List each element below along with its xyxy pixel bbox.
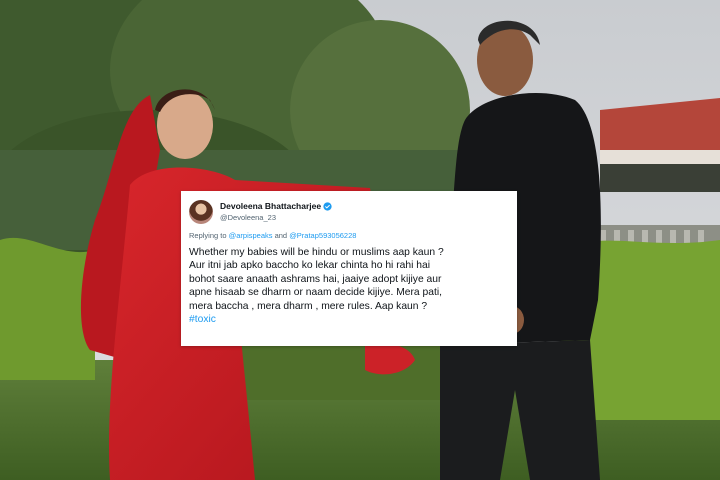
reply-handle-arpispeaks[interactable]: @arpispeaks: [229, 231, 273, 240]
building: [590, 98, 720, 265]
display-name[interactable]: Devoleena Bhattacharjee: [220, 201, 321, 212]
reply-and: and: [272, 231, 290, 240]
replying-to: Replying to @arpispeaks and @Pratap59305…: [189, 231, 507, 240]
author-names: Devoleena Bhattacharjee @Devoleena_23: [220, 201, 332, 223]
tweet-header: Devoleena Bhattacharjee @Devoleena_23: [189, 198, 507, 226]
reply-handle-pratap[interactable]: @Pratap593056228: [289, 231, 356, 240]
avatar[interactable]: [189, 200, 213, 224]
verified-badge-icon: [323, 202, 332, 211]
hashtag-toxic[interactable]: #toxic: [189, 313, 507, 326]
replying-prefix: Replying to: [189, 231, 229, 240]
tweet-card[interactable]: Devoleena Bhattacharjee @Devoleena_23 Re…: [181, 191, 517, 346]
tweet-line: mera baccha , mera dharm , mere rules. A…: [189, 300, 428, 312]
display-name-row: Devoleena Bhattacharjee: [220, 201, 332, 212]
tweet-line: apne hisaab se dharm or naam decide kiji…: [189, 287, 442, 299]
tweet-body: Whether my babies will be hindu or musli…: [189, 246, 507, 326]
tweet-line: Whether my babies will be hindu or musli…: [189, 247, 444, 258]
user-handle[interactable]: @Devoleena_23: [220, 212, 332, 223]
tweet-line: bohot saare anaath ashrams hai, jaaiye a…: [189, 273, 442, 285]
tweet-line: Aur itni jab apko baccho ko lekar chinta…: [189, 260, 430, 272]
